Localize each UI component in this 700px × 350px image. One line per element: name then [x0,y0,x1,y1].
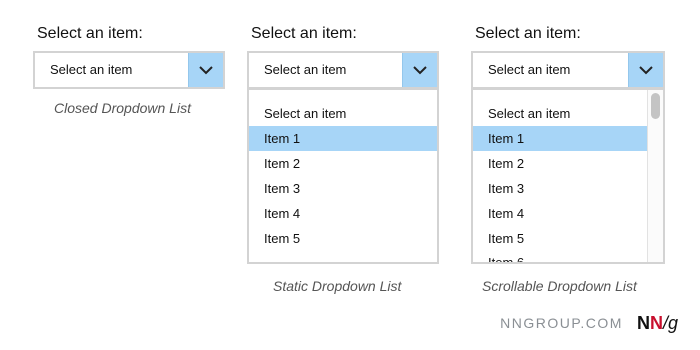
logo-n1: N [636,312,650,333]
chevron-down-icon [413,66,427,75]
scrollable-option-item-4[interactable]: Item 4 [473,201,648,226]
static-option-item-4[interactable]: Item 4 [249,201,437,226]
static-option-item-3[interactable]: Item 3 [249,176,437,201]
static-dropdown-label: Select an item: [251,25,357,42]
chevron-down-icon [199,66,213,75]
static-option-item-1[interactable]: Item 1 [249,126,437,151]
scrollable-dropdown-caption: Scrollable Dropdown List [482,278,637,294]
static-option-item-5[interactable]: Item 5 [249,226,437,251]
scrollable-dropdown-label: Select an item: [475,25,581,42]
static-dropdown-toggle[interactable] [402,53,437,87]
scrollable-option-placeholder[interactable]: Select an item [473,101,648,126]
static-option-placeholder[interactable]: Select an item [249,101,437,126]
logo-g: g [667,312,678,333]
scrollable-option-item-3[interactable]: Item 3 [473,176,648,201]
scrollbar[interactable] [647,90,663,262]
scrollable-dropdown-listbox[interactable]: Select an item Item 1 Item 2 Item 3 Item… [471,89,665,264]
closed-dropdown-caption: Closed Dropdown List [54,100,191,116]
branding: NNGROUP.COM NN/g [500,312,678,334]
closed-dropdown-select[interactable]: Select an item [33,51,225,89]
scrollable-option-item-5[interactable]: Item 5 [473,226,648,251]
scrollbar-thumb[interactable] [651,93,660,119]
static-dropdown-listbox: Select an item Item 1 Item 2 Item 3 Item… [247,89,439,264]
scrollable-dropdown-toggle[interactable] [628,53,663,87]
static-dropdown-select[interactable]: Select an item [247,51,439,89]
static-option-item-2[interactable]: Item 2 [249,151,437,176]
logo-n2: N [649,312,663,333]
closed-dropdown-value: Select an item [50,62,133,77]
scrollable-dropdown-select[interactable]: Select an item [471,51,665,89]
scrollable-option-item-1[interactable]: Item 1 [473,126,648,151]
chevron-down-icon [639,66,653,75]
site-url: NNGROUP.COM [500,315,623,331]
static-dropdown-caption: Static Dropdown List [273,278,402,294]
scrollable-option-item-2[interactable]: Item 2 [473,151,648,176]
scrollable-option-item-6[interactable]: Item 6 [473,250,648,262]
nng-logo: NN/g [637,313,678,334]
scrollable-dropdown-value: Select an item [488,62,571,77]
closed-dropdown-label: Select an item: [37,25,143,42]
closed-dropdown-toggle[interactable] [188,53,223,87]
static-dropdown-value: Select an item [264,62,347,77]
